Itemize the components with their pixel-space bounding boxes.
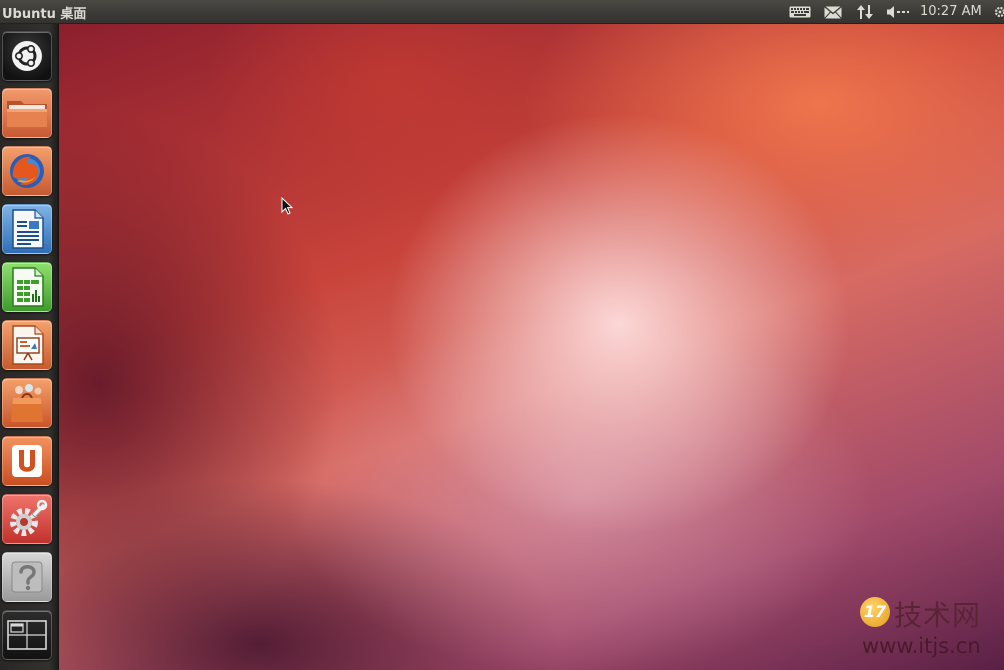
workspaces-icon — [7, 620, 47, 650]
keyboard-icon — [789, 6, 811, 18]
network-indicator[interactable] — [854, 0, 876, 24]
messaging-indicator[interactable] — [822, 0, 844, 24]
window-title: Ubuntu 桌面 — [2, 7, 87, 22]
shopping-bag-icon — [11, 384, 43, 422]
launcher-libreoffice-writer[interactable] — [2, 204, 52, 254]
launcher-ubuntu-software-center[interactable] — [2, 378, 52, 428]
launcher-libreoffice-impress[interactable] — [2, 320, 52, 370]
launcher-system-settings[interactable] — [2, 494, 52, 544]
launcher-firefox[interactable] — [2, 146, 52, 196]
watermark-name: 技术网 — [894, 599, 982, 632]
launcher-help[interactable] — [2, 552, 52, 602]
desktop-wallpaper[interactable] — [59, 24, 1004, 670]
launcher-libreoffice-calc[interactable] — [2, 262, 52, 312]
watermark-badge: 17 — [860, 597, 890, 627]
ubuntu-one-icon — [12, 445, 42, 477]
gear-icon — [994, 6, 1004, 18]
writer-document-icon — [12, 209, 44, 249]
calc-spreadsheet-icon — [12, 267, 44, 307]
network-icon — [857, 5, 873, 19]
watermark-url: www.itjs.cn — [862, 634, 981, 658]
settings-wrench-icon — [10, 499, 48, 536]
launcher-dash-home[interactable] — [2, 31, 52, 81]
site-watermark: 17 技术网 www.itjs.cn — [858, 592, 1004, 670]
launcher-workspace-switcher[interactable] — [2, 610, 52, 660]
keyboard-indicator[interactable] — [788, 0, 812, 24]
launcher-home-folder[interactable] — [2, 88, 52, 138]
sound-indicator[interactable] — [884, 0, 912, 24]
folder-icon — [7, 101, 47, 127]
mail-icon — [824, 5, 842, 19]
session-indicator[interactable] — [990, 0, 1004, 24]
question-mark-icon — [11, 561, 43, 593]
sound-icon — [887, 6, 909, 18]
impress-presentation-icon — [12, 325, 44, 365]
launcher-ubuntu-one[interactable] — [2, 436, 52, 486]
ubuntu-desktop-screen: Ubuntu 桌面 10:27 AM 17 技术网 www.itjs.cn — [0, 0, 1004, 670]
top-panel: Ubuntu 桌面 10:27 AM — [0, 0, 1004, 24]
ubuntu-logo-icon — [12, 41, 42, 71]
firefox-icon — [10, 154, 44, 188]
mouse-pointer-icon — [281, 197, 293, 215]
clock[interactable]: 10:27 AM — [920, 4, 982, 19]
unity-launcher — [0, 24, 59, 670]
